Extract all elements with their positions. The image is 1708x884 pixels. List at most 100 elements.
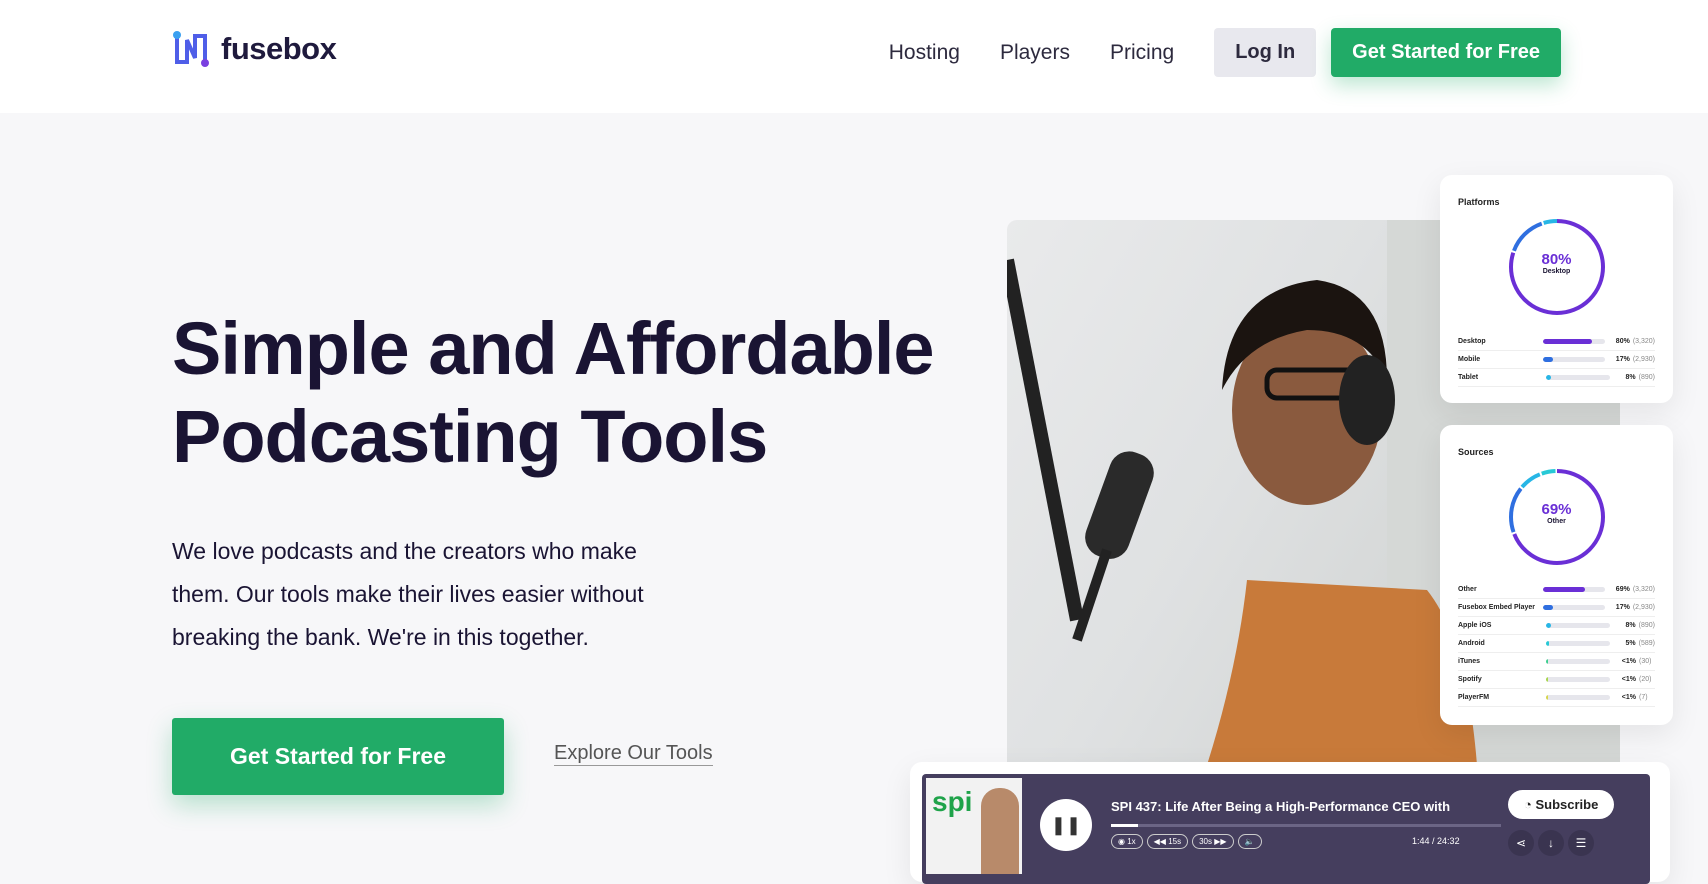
rewind-button[interactable]: ◀◀ 15s bbox=[1146, 834, 1189, 849]
stat-percent: 5% bbox=[1625, 640, 1636, 647]
stat-bar bbox=[1542, 587, 1605, 592]
stat-bar-fill bbox=[1542, 605, 1554, 610]
platforms-list: Desktop 80% (3,320) Mobile 17% (2,930) Tablet 8… bbox=[1458, 333, 1655, 387]
stat-count: (7) bbox=[1639, 694, 1648, 701]
sources-center-label: Other bbox=[1547, 518, 1566, 525]
forward-button[interactable]: 30s ▶▶ bbox=[1192, 834, 1234, 849]
stat-bar bbox=[1546, 695, 1610, 700]
volume-button[interactable]: 🔈 bbox=[1237, 834, 1262, 849]
progress-bar[interactable] bbox=[1111, 824, 1501, 827]
current-time: 1:44 bbox=[1412, 836, 1430, 846]
stat-bar-fill bbox=[1546, 677, 1548, 682]
fusebox-logo-icon bbox=[173, 31, 209, 67]
get-started-button[interactable]: Get Started for Free bbox=[172, 718, 504, 795]
stat-label: PlayerFM bbox=[1458, 694, 1490, 701]
stat-label: Apple iOS bbox=[1458, 622, 1492, 629]
share-icon[interactable]: ⋖ bbox=[1508, 830, 1534, 856]
logo[interactable]: fusebox bbox=[173, 30, 337, 68]
stat-count: (3,320) bbox=[1632, 586, 1655, 593]
stat-bar bbox=[1542, 605, 1605, 610]
stat-bar-fill bbox=[1545, 375, 1551, 380]
stat-bar bbox=[1546, 677, 1610, 682]
stat-row: Other 69% (3,320) bbox=[1458, 581, 1655, 599]
stat-percent: <1% bbox=[1621, 658, 1636, 665]
hero-lead: We love podcasts and the creators who ma… bbox=[172, 538, 644, 650]
get-started-nav-button[interactable]: Get Started for Free bbox=[1331, 28, 1561, 77]
header: fusebox Hosting Players Pricing Log In G… bbox=[0, 0, 1708, 113]
stat-percent: 69% bbox=[1615, 586, 1630, 593]
stat-label: Spotify bbox=[1458, 676, 1482, 683]
stat-percent: 8% bbox=[1625, 374, 1636, 381]
sources-center-value: 69% bbox=[1541, 501, 1572, 518]
stat-row: Tablet 8% (890) bbox=[1458, 369, 1655, 387]
nav-players[interactable]: Players bbox=[1000, 41, 1070, 65]
subscribe-label: Subscribe bbox=[1535, 797, 1599, 812]
artwork-text: spi bbox=[932, 786, 973, 817]
pause-button[interactable]: ❚❚ bbox=[1040, 799, 1092, 851]
stat-label: Tablet bbox=[1458, 374, 1479, 381]
nav-pricing[interactable]: Pricing bbox=[1110, 41, 1174, 65]
rewind-label: 15s bbox=[1168, 837, 1182, 846]
sources-list: Other 69% (3,320) Fusebox Embed Player 17% (2… bbox=[1458, 581, 1655, 707]
hero-title-line1: Simple and Affordable bbox=[172, 307, 935, 390]
logo-text: fusebox bbox=[221, 31, 337, 66]
speed-label: 1x bbox=[1127, 837, 1136, 846]
stat-row: Mobile 17% (2,930) bbox=[1458, 351, 1655, 369]
stat-row: iTunes <1% (30) bbox=[1458, 653, 1655, 671]
stat-count: (890) bbox=[1638, 374, 1655, 381]
stat-percent: 17% bbox=[1615, 604, 1630, 611]
platforms-center-label: Desktop bbox=[1542, 268, 1571, 275]
stat-row: Spotify <1% (20) bbox=[1458, 671, 1655, 689]
stat-row: Apple iOS 8% (890) bbox=[1458, 617, 1655, 635]
sources-card: Sources 69% Other Other 69% (3,320) Fusebox… bbox=[1440, 425, 1673, 725]
hero-title: Simple and Affordable Podcasting Tools bbox=[172, 305, 935, 481]
stat-percent: 80% bbox=[1615, 338, 1630, 345]
stat-count: (3,320) bbox=[1632, 338, 1655, 345]
nav-hosting[interactable]: Hosting bbox=[889, 41, 960, 65]
playlist-icon[interactable]: ☰ bbox=[1568, 830, 1594, 856]
stat-label: Android bbox=[1458, 640, 1485, 647]
stat-bar bbox=[1542, 357, 1605, 362]
stat-label: Fusebox Embed Player bbox=[1458, 604, 1536, 611]
stat-bar-fill bbox=[1546, 659, 1548, 664]
stat-row: PlayerFM <1% (7) bbox=[1458, 689, 1655, 707]
stat-bar-fill bbox=[1542, 357, 1554, 362]
subscribe-button[interactable]: ◔ Subscribe bbox=[1508, 790, 1615, 819]
stat-bar bbox=[1542, 339, 1605, 344]
stat-count: (2,930) bbox=[1632, 356, 1655, 363]
stat-bar-fill bbox=[1542, 587, 1586, 592]
platforms-card: Platforms 80% Desktop Desktop 80% (3,320) M… bbox=[1440, 175, 1673, 403]
stat-count: (890) bbox=[1638, 622, 1655, 629]
progress-fill bbox=[1111, 824, 1139, 827]
speed-button[interactable]: ◉ 1x bbox=[1111, 834, 1143, 849]
download-icon[interactable]: ↓ bbox=[1538, 830, 1564, 856]
stat-row: Android 5% (589) bbox=[1458, 635, 1655, 653]
hero-title-line2: Podcasting Tools bbox=[172, 395, 768, 478]
stat-row: Desktop 80% (3,320) bbox=[1458, 333, 1655, 351]
stat-bar-fill bbox=[1545, 623, 1551, 628]
stat-label: Desktop bbox=[1458, 338, 1486, 345]
podcast-player: spi ❚❚ SPI 437: Life After Being a High-… bbox=[922, 774, 1650, 884]
stat-count: (2,930) bbox=[1632, 604, 1655, 611]
podcast-player-card: spi ❚❚ SPI 437: Life After Being a High-… bbox=[910, 762, 1670, 884]
stat-bar bbox=[1546, 659, 1610, 664]
stat-count: (30) bbox=[1639, 658, 1652, 665]
time-display: 1:44 / 24:32 bbox=[1412, 836, 1460, 846]
stat-percent: 17% bbox=[1615, 356, 1630, 363]
explore-tools-link[interactable]: Explore Our Tools bbox=[554, 742, 713, 766]
stat-bar-fill bbox=[1546, 695, 1548, 700]
sources-title: Sources bbox=[1458, 447, 1494, 457]
stat-bar-fill bbox=[1542, 339, 1593, 344]
episode-title: SPI 437: Life After Being a High-Perform… bbox=[1111, 799, 1451, 814]
episode-artwork: spi bbox=[926, 778, 1022, 874]
stat-percent: 8% bbox=[1625, 622, 1636, 629]
stat-percent: <1% bbox=[1621, 694, 1636, 701]
stat-row: Fusebox Embed Player 17% (2,930) bbox=[1458, 599, 1655, 617]
duration: 24:32 bbox=[1437, 836, 1460, 846]
stat-count: (20) bbox=[1639, 676, 1652, 683]
stat-count: (589) bbox=[1638, 640, 1655, 647]
platforms-title: Platforms bbox=[1458, 197, 1500, 207]
stat-label: iTunes bbox=[1458, 658, 1481, 665]
stat-bar-fill bbox=[1545, 641, 1550, 646]
login-button[interactable]: Log In bbox=[1214, 28, 1317, 77]
